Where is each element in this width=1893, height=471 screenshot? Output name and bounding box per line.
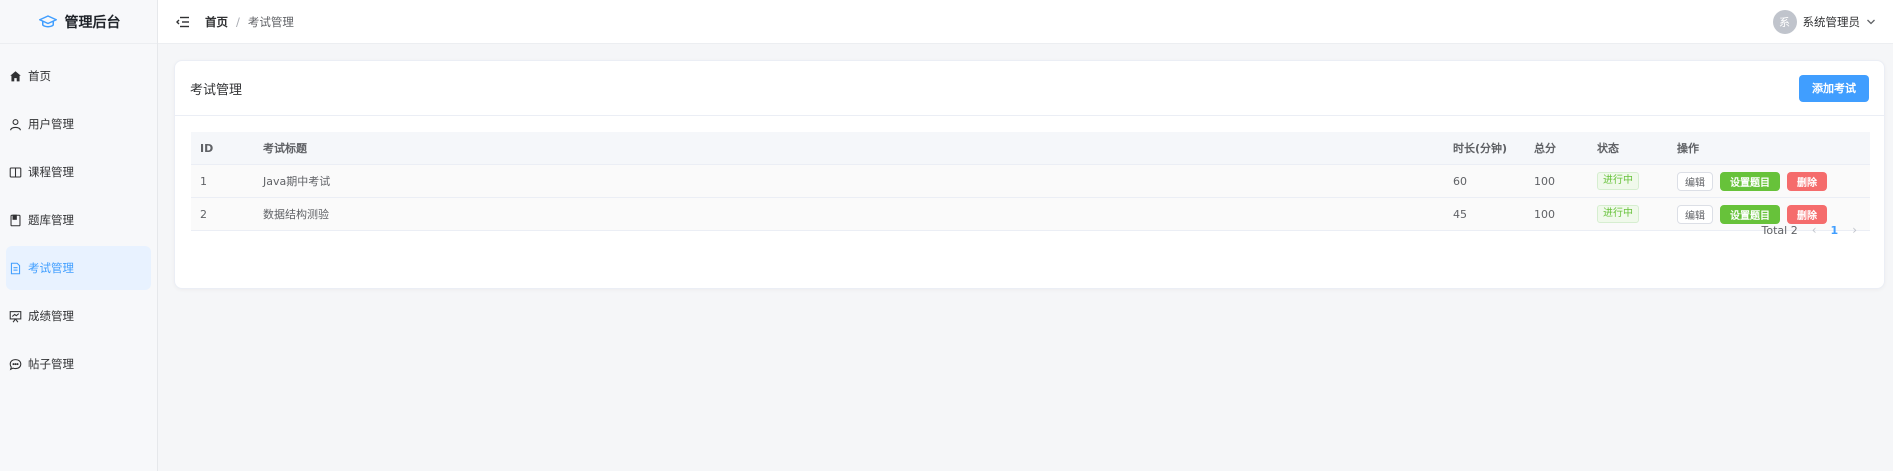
sidebar-item-exams[interactable]: 考试管理 [6,246,151,290]
status-badge: 进行中 [1597,205,1639,223]
prev-page-icon[interactable]: ‹ [1812,223,1817,237]
cell-status: 进行中 [1588,172,1668,190]
user-dropdown[interactable]: 系 系统管理员 [1772,8,1877,36]
home-icon [8,69,22,83]
brand-title: 管理后台 [64,14,121,31]
sidebar-item-posts[interactable]: 帖子管理 [6,342,151,386]
cell-score: 100 [1534,207,1555,221]
page-number[interactable]: 1 [1831,224,1839,237]
sidebar-item-question-bank[interactable]: 题库管理 [6,198,151,242]
document-icon [8,261,22,275]
breadcrumb-separator: / [236,14,240,29]
cell-id: 2 [200,207,207,221]
cell-score: 100 [1534,174,1555,188]
next-page-icon[interactable]: › [1852,223,1857,237]
avatar: 系 [1772,10,1797,34]
top-header: 首页 / 考试管理 系 系统管理员 [158,0,1893,44]
column-header-title: 考试标题 [263,142,307,155]
sidebar-item-grades[interactable]: 成绩管理 [6,294,151,338]
sidebar-item-label: 帖子管理 [28,357,74,371]
delete-button[interactable]: 删除 [1787,171,1827,191]
set-questions-button[interactable]: 设置题目 [1720,171,1780,191]
cell-status: 进行中 [1588,205,1668,223]
column-header-id: ID [200,141,214,155]
notebook-icon [8,213,22,227]
sidebar-item-label: 用户管理 [28,117,74,131]
cell-id: 1 [200,174,207,188]
chevron-down-icon [1866,15,1876,29]
table-row: 2 数据结构测验 45 100 进行中 编辑 设置题目 删除 [191,198,1870,231]
edit-button[interactable]: 编辑 [1677,171,1713,191]
sidebar: 管理后台 首页 用户管理 课程管理 题库管理 考试管理 成绩管理 帖子管理 [0,0,158,471]
breadcrumb-current: 考试管理 [247,14,294,29]
status-badge: 进行中 [1597,172,1639,190]
brand: 管理后台 [0,0,157,44]
sidebar-item-label: 成绩管理 [28,309,74,323]
add-exam-button[interactable]: 添加考试 [1799,74,1869,102]
user-name: 系统管理员 [1802,15,1861,29]
table-header-row: ID 考试标题 时长(分钟) 总分 状态 操作 [191,132,1870,165]
cell-title: Java期中考试 [263,175,331,188]
table-row: 1 Java期中考试 60 100 进行中 编辑 设置题目 删除 [191,165,1870,198]
breadcrumb-home[interactable]: 首页 [205,14,228,30]
cell-duration: 60 [1453,174,1467,188]
sidebar-item-label: 题库管理 [28,213,74,227]
sidebar-item-users[interactable]: 用户管理 [6,102,151,146]
cell-duration: 45 [1453,207,1467,221]
card-title: 考试管理 [190,82,243,98]
exam-table: ID 考试标题 时长(分钟) 总分 状态 操作 1 Java期中考试 60 10… [191,132,1870,231]
column-header-score: 总分 [1534,142,1556,155]
card-header: 考试管理 添加考试 [175,61,1884,116]
edit-button[interactable]: 编辑 [1677,204,1713,224]
sidebar-menu: 首页 用户管理 课程管理 题库管理 考试管理 成绩管理 帖子管理 [0,44,157,386]
presentation-icon [8,309,22,323]
book-icon [8,165,22,179]
user-icon [8,117,22,131]
column-header-duration: 时长(分钟) [1453,142,1508,155]
pagination: Total 2 ‹ 1 › [1762,218,1857,242]
menu-fold-icon[interactable] [175,14,191,30]
graduation-cap-icon [37,11,59,33]
sidebar-item-home[interactable]: 首页 [6,54,151,98]
exam-management-card: 考试管理 添加考试 ID 考试标题 时长(分钟) 总分 状态 操作 1 Java… [174,60,1885,289]
column-header-status: 状态 [1597,142,1619,155]
sidebar-item-courses[interactable]: 课程管理 [6,150,151,194]
cell-actions: 编辑 设置题目 删除 [1668,171,1870,191]
sidebar-item-label: 考试管理 [28,261,74,275]
breadcrumb: 首页 / 考试管理 [205,14,294,30]
cell-title: 数据结构测验 [263,208,329,221]
sidebar-item-label: 首页 [28,69,51,83]
column-header-actions: 操作 [1677,142,1699,155]
chat-icon [8,357,22,371]
sidebar-item-label: 课程管理 [28,165,74,179]
pagination-total: Total 2 [1761,223,1798,237]
